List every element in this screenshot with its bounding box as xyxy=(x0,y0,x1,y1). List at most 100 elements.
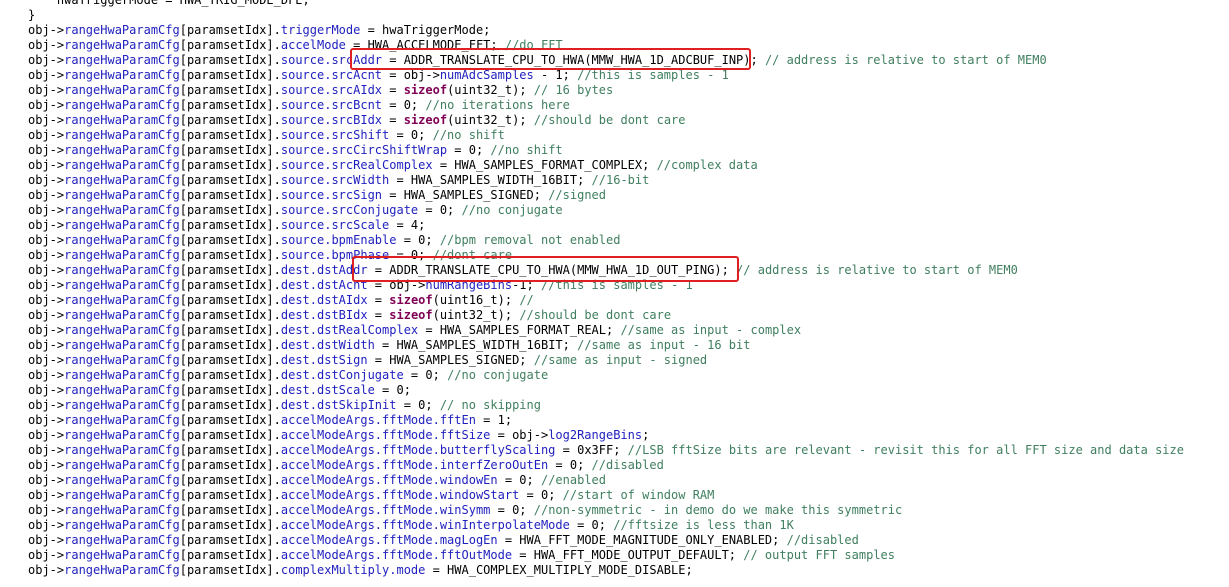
code-text: [paramsetIdx]. xyxy=(179,53,281,67)
code-text: [paramsetIdx]. xyxy=(179,398,281,412)
code-text: [paramsetIdx]. xyxy=(179,233,281,247)
code-text: [paramsetIdx]. xyxy=(179,203,281,217)
code-editor[interactable]: hwaTriggerMode = HWA_TRIG_MODE_DFE;} obj-… xyxy=(28,0,1223,578)
code-member: source.srcBcnt xyxy=(280,98,383,112)
code-keyword: sizeof xyxy=(403,113,448,127)
code-text: = 0; xyxy=(519,488,563,502)
code-member: accelModeArgs.fftMode.interfZeroOutEn xyxy=(280,458,549,472)
code-member: rangeHwaParamCfg xyxy=(64,443,180,457)
code-member: rangeHwaParamCfg xyxy=(64,488,180,502)
code-member: numAdcSamples xyxy=(439,68,534,82)
code-text: obj-> xyxy=(28,308,65,322)
code-member: rangeHwaParamCfg xyxy=(64,143,180,157)
code-line: obj->rangeHwaParamCfg[paramsetIdx].dest.… xyxy=(28,353,1223,368)
code-member: rangeHwaParamCfg xyxy=(64,563,180,577)
code-member: accelModeArgs.fftMode.winSymm xyxy=(280,503,491,517)
code-member: rangeHwaParamCfg xyxy=(64,293,180,307)
code-text: = 0; xyxy=(548,458,592,472)
code-member: accelModeArgs.fftMode.fftSize xyxy=(280,428,491,442)
code-member: accelModeArgs.fftMode.fftEn xyxy=(280,413,476,427)
code-member: source.srcSign xyxy=(280,188,383,202)
code-member: rangeHwaParamCfg xyxy=(64,278,180,292)
code-member: source.srcAIdx xyxy=(280,83,383,97)
code-text: [paramsetIdx]. xyxy=(179,413,281,427)
code-text: [paramsetIdx]. xyxy=(179,518,281,532)
code-member: log2RangeBins xyxy=(548,428,643,442)
code-member: source.srcWidth xyxy=(280,173,390,187)
code-text: [paramsetIdx]. xyxy=(179,98,281,112)
code-text: - 1; xyxy=(533,68,578,82)
code-member: rangeHwaParamCfg xyxy=(64,413,180,427)
code-line: obj->rangeHwaParamCfg[paramsetIdx].dest.… xyxy=(28,308,1223,323)
code-member: rangeHwaParamCfg xyxy=(64,383,180,397)
code-text: = 0; xyxy=(374,383,411,397)
code-member: rangeHwaParamCfg xyxy=(64,188,180,202)
code-text: obj-> xyxy=(28,83,65,97)
code-text: = HWA_SAMPLES_WIDTH_16BIT; xyxy=(389,173,592,187)
code-text: obj-> xyxy=(28,338,65,352)
code-line: obj->rangeHwaParamCfg[paramsetIdx].sourc… xyxy=(28,158,1223,173)
code-text: [paramsetIdx]. xyxy=(179,353,281,367)
code-line: obj->rangeHwaParamCfg[paramsetIdx].trigg… xyxy=(28,23,1223,38)
code-text: = 0; xyxy=(382,98,426,112)
code-member: dest.dstRealComplex xyxy=(280,323,419,337)
code-line: obj->rangeHwaParamCfg[paramsetIdx].dest.… xyxy=(28,323,1223,338)
code-member: rangeHwaParamCfg xyxy=(64,338,180,352)
code-member: dest.dstWidth xyxy=(280,338,375,352)
code-text: obj-> xyxy=(28,293,65,307)
code-line: obj->rangeHwaParamCfg[paramsetIdx].dest.… xyxy=(28,338,1223,353)
code-text: obj-> xyxy=(28,488,65,502)
code-keyword: sizeof xyxy=(389,308,433,322)
code-comment: //no iterations here xyxy=(425,98,570,112)
code-member: rangeHwaParamCfg xyxy=(64,428,180,442)
code-member: accelModeArgs.fftMode.magLogEn xyxy=(280,533,498,547)
code-member: rangeHwaParamCfg xyxy=(64,128,180,142)
code-line: obj->rangeHwaParamCfg[paramsetIdx].sourc… xyxy=(28,188,1223,203)
code-text: [paramsetIdx]. xyxy=(179,548,281,562)
code-text: obj-> xyxy=(28,113,65,127)
code-line: obj->rangeHwaParamCfg[paramsetIdx].accel… xyxy=(28,548,1223,563)
code-text: [paramsetIdx]. xyxy=(179,38,281,52)
code-text: obj-> xyxy=(28,398,65,412)
code-text: [paramsetIdx]. xyxy=(179,263,281,277)
code-member: source.srcBIdx xyxy=(280,113,383,127)
code-text: [paramsetIdx]. xyxy=(179,278,281,292)
code-line: obj->rangeHwaParamCfg[paramsetIdx].sourc… xyxy=(28,113,1223,128)
code-text: obj-> xyxy=(28,383,65,397)
code-text: = xyxy=(367,293,390,307)
code-line: obj->rangeHwaParamCfg[paramsetIdx].accel… xyxy=(28,473,1223,488)
code-text: (uint32_t); xyxy=(447,83,534,97)
code-member: source.srcCircShiftWrap xyxy=(280,143,448,157)
code-member: rangeHwaParamCfg xyxy=(64,533,180,547)
code-comment: //16-bit xyxy=(591,173,650,187)
code-text: [paramsetIdx]. xyxy=(179,563,281,577)
code-line: obj->rangeHwaParamCfg[paramsetIdx].accel… xyxy=(28,458,1223,473)
code-text: [paramsetIdx]. xyxy=(179,113,281,127)
code-text: obj-> xyxy=(28,278,65,292)
code-text: [paramsetIdx]. xyxy=(179,68,281,82)
code-text: obj-> xyxy=(28,98,65,112)
code-line: obj->rangeHwaParamCfg[paramsetIdx].dest.… xyxy=(28,368,1223,383)
code-member: dest.dstConjugate xyxy=(280,368,404,382)
code-comment: //start of window RAM xyxy=(562,488,715,502)
highlight-box-dst-addr xyxy=(352,256,739,282)
code-line: obj->rangeHwaParamCfg[paramsetIdx].accel… xyxy=(28,413,1223,428)
code-text: = obj-> xyxy=(382,68,440,82)
code-member: rangeHwaParamCfg xyxy=(64,23,180,37)
code-text: [paramsetIdx]. xyxy=(179,293,281,307)
code-comment: //disabled xyxy=(591,458,664,472)
code-text: = xyxy=(382,83,404,97)
code-member: accelModeArgs.fftMode.windowEn xyxy=(280,473,498,487)
code-line: obj->rangeHwaParamCfg[paramsetIdx].dest.… xyxy=(28,398,1223,413)
code-line: obj->rangeHwaParamCfg[paramsetIdx].sourc… xyxy=(28,218,1223,233)
code-text: obj-> xyxy=(28,188,65,202)
code-comment: //LSB fftSize bits are relevant - revisi… xyxy=(627,443,1184,457)
code-member: rangeHwaParamCfg xyxy=(64,218,180,232)
code-text: obj-> xyxy=(28,503,65,517)
code-text: [paramsetIdx]. xyxy=(179,248,281,262)
code-line: hwaTriggerMode = HWA_TRIG_MODE_DFE; xyxy=(28,0,1223,8)
code-member: accelModeArgs.fftMode.butterflyScaling xyxy=(280,443,556,457)
code-comment: //fftsize is less than 1K xyxy=(613,518,794,532)
code-text: obj-> xyxy=(28,53,65,67)
code-member: rangeHwaParamCfg xyxy=(64,398,180,412)
